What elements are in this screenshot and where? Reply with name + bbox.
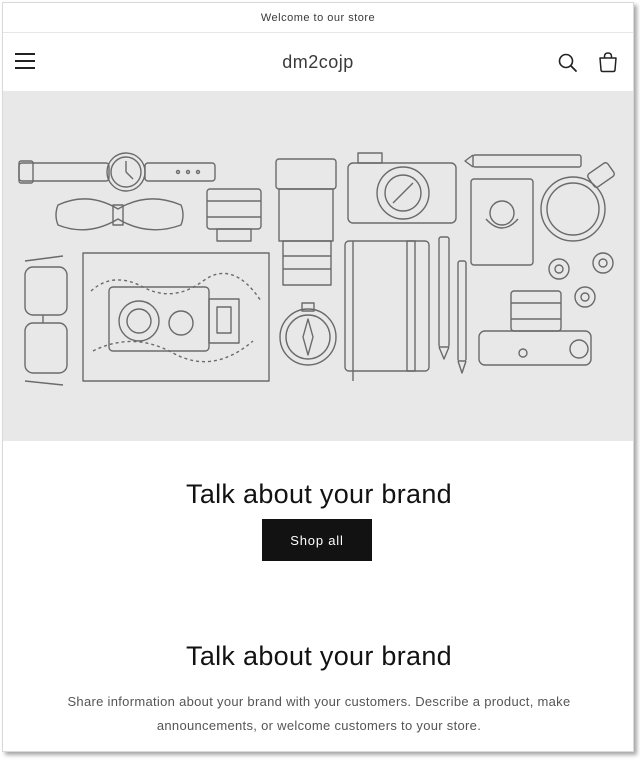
rich-text-heading: Talk about your brand bbox=[186, 641, 452, 671]
hero-text: Talk about your brand bbox=[3, 479, 633, 510]
watch-illustration bbox=[18, 152, 216, 192]
shop-all-button[interactable]: Shop all bbox=[262, 519, 372, 561]
page-frame: Welcome to our store dm2cojp Talk about … bbox=[2, 2, 634, 752]
site-header: dm2cojp bbox=[3, 33, 633, 91]
hero-heading: Talk about your brand bbox=[186, 479, 452, 509]
announcement-bar: Welcome to our store bbox=[3, 3, 633, 33]
hero-banner bbox=[3, 91, 633, 441]
menu-button[interactable] bbox=[15, 53, 35, 71]
search-icon bbox=[558, 53, 577, 72]
cart-button[interactable] bbox=[597, 51, 619, 73]
rich-text-section: Talk about your brand Share information … bbox=[3, 641, 633, 738]
hamburger-icon-line bbox=[15, 67, 35, 69]
hamburger-icon-line bbox=[15, 60, 35, 62]
announcement-text: Welcome to our store bbox=[260, 11, 376, 24]
search-button[interactable] bbox=[557, 52, 579, 74]
rich-text-body: Share information about your brand with … bbox=[67, 694, 571, 733]
hamburger-icon bbox=[15, 53, 35, 55]
store-logo[interactable]: dm2cojp bbox=[282, 52, 354, 73]
flat-lay-line-illustration bbox=[18, 152, 615, 386]
cart-icon bbox=[599, 52, 617, 73]
